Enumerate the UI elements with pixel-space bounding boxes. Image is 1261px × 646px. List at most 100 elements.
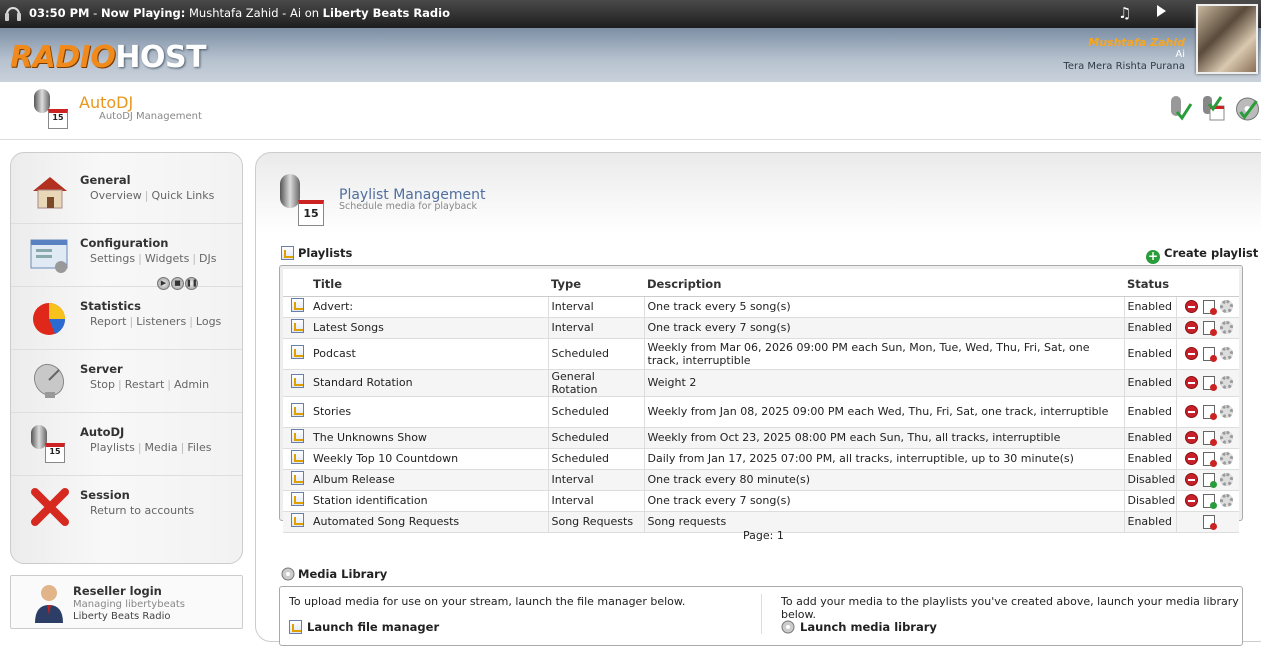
gear-icon[interactable] [1219, 376, 1233, 389]
delete-icon[interactable] [1184, 405, 1198, 418]
col-title[interactable]: Title [310, 272, 548, 297]
link-widgets[interactable]: Widgets [145, 252, 189, 265]
mic-check-icon[interactable] [1167, 94, 1193, 124]
link-files[interactable]: Files [187, 441, 211, 454]
row-title[interactable]: Weekly Top 10 Countdown [310, 448, 549, 470]
row-title[interactable]: Automated Song Requests [310, 511, 549, 533]
sidebar-item-autodj[interactable]: 15 AutoDJ Playlists | Media | Files [11, 413, 242, 476]
row-title[interactable]: Standard Rotation [310, 369, 549, 397]
table-row[interactable]: Standard Rotation General Rotation Weight … [283, 369, 1239, 397]
delete-icon[interactable] [1184, 473, 1198, 486]
gear-icon[interactable] [1219, 452, 1233, 465]
gear-icon[interactable] [1219, 300, 1233, 313]
play-icon[interactable] [1157, 5, 1166, 17]
row-status: Enabled [1124, 396, 1177, 428]
gear-icon[interactable] [1219, 473, 1233, 486]
link-overview[interactable]: Overview [90, 189, 142, 202]
create-playlist-button[interactable]: + Create playlist [1146, 246, 1258, 264]
table-row[interactable]: Latest Songs Interval One track every 7 so… [283, 317, 1239, 339]
delete-icon[interactable] [1184, 300, 1198, 313]
disable-playlist-icon[interactable] [1202, 514, 1217, 530]
row-title[interactable]: Advert: [310, 296, 549, 318]
table-row[interactable]: Album Release Interval One track every 80 … [283, 469, 1239, 491]
sidebar-item-general[interactable]: General Overview | Quick Links [11, 161, 242, 224]
table-row[interactable]: Station identification Interval One track … [283, 490, 1239, 512]
radiohost-logo[interactable]: RADIOHOST [10, 40, 207, 76]
delete-icon[interactable] [1184, 494, 1198, 507]
gear-icon[interactable] [1219, 347, 1233, 360]
sidebar-item-server[interactable]: Server Stop | Restart | Admin [11, 350, 242, 413]
disable-playlist-icon[interactable] [1202, 320, 1217, 336]
disable-playlist-icon[interactable] [1202, 299, 1217, 315]
playlist-file-icon [291, 471, 304, 485]
col-type[interactable]: Type [548, 272, 644, 297]
sidebar-item-statistics[interactable]: Statistics Report | Listeners | Logs [11, 287, 242, 350]
autodj-stop-icon[interactable]: ■ [171, 277, 184, 290]
table-row[interactable]: Weekly Top 10 Countdown Scheduled Daily fr… [283, 448, 1239, 470]
disable-playlist-icon[interactable] [1202, 451, 1217, 467]
disable-playlist-icon[interactable] [1202, 430, 1217, 446]
row-status: Disabled [1124, 469, 1177, 491]
table-row[interactable]: Advert: Interval One track every 5 song(s)… [283, 296, 1239, 318]
launch-file-manager-link[interactable]: Launch file manager [289, 620, 439, 634]
row-status: Disabled [1124, 490, 1177, 512]
row-title[interactable]: Podcast [310, 338, 549, 370]
table-row[interactable]: The Unknowns Show Scheduled Weekly from Oc… [283, 427, 1239, 449]
gear-icon[interactable] [1219, 431, 1233, 444]
autodj-pause-icon[interactable]: ❚❚ [185, 277, 198, 290]
table-row[interactable]: Podcast Scheduled Weekly from Mar 06, 2026… [283, 338, 1239, 370]
link-quick-links[interactable]: Quick Links [152, 189, 215, 202]
disable-playlist-icon[interactable] [1202, 404, 1217, 420]
col-status[interactable]: Status [1124, 272, 1176, 297]
link-return-to-accounts[interactable]: Return to accounts [90, 504, 194, 517]
media-library-text: To add your media to the playlists you'v… [781, 595, 1239, 621]
now-playing-text: 03:50 PM - Now Playing: Mushtafa Zahid -… [29, 6, 451, 20]
music-note-icon[interactable]: ♫ [1118, 4, 1131, 22]
satellite-dish-icon [33, 363, 65, 398]
row-status: Enabled [1124, 338, 1177, 370]
playlists-table: Title Type Description Status Advert: Int… [283, 272, 1239, 533]
row-title[interactable]: Stories [310, 396, 549, 428]
now-playing-bar: 03:50 PM - Now Playing: Mushtafa Zahid -… [0, 0, 1261, 28]
link-listeners[interactable]: Listeners [136, 315, 186, 328]
link-djs[interactable]: DJs [199, 252, 216, 265]
disable-playlist-icon[interactable] [1202, 346, 1217, 362]
col-description[interactable]: Description [644, 272, 1124, 297]
table-row[interactable]: Stories Scheduled Weekly from Jan 08, 2025… [283, 396, 1239, 428]
link-stop[interactable]: Stop [90, 378, 115, 391]
row-title[interactable]: Latest Songs [310, 317, 549, 339]
enable-playlist-icon[interactable] [1202, 472, 1217, 488]
link-media[interactable]: Media [145, 441, 178, 454]
link-admin[interactable]: Admin [174, 378, 209, 391]
gear-icon[interactable] [1219, 405, 1233, 418]
delete-icon[interactable] [1184, 321, 1198, 334]
delete-icon[interactable] [1184, 431, 1198, 444]
sidebar-item-configuration[interactable]: Configuration Settings | Widgets | DJs [11, 224, 242, 287]
row-status: Enabled [1124, 511, 1177, 533]
disc-icon[interactable] [1234, 94, 1261, 124]
row-actions [1176, 490, 1239, 512]
row-title[interactable]: Station identification [310, 490, 549, 512]
autodj-play-icon[interactable]: ▶ [157, 277, 170, 290]
link-restart[interactable]: Restart [125, 378, 165, 391]
row-title[interactable]: The Unknowns Show [310, 427, 549, 449]
media-library-icon [281, 567, 295, 581]
sidebar-item-session[interactable]: Session Return to accounts [11, 476, 242, 539]
schedule-check-icon[interactable] [1201, 94, 1227, 124]
disable-playlist-icon[interactable] [1202, 375, 1217, 391]
delete-icon[interactable] [1184, 376, 1198, 389]
row-title[interactable]: Album Release [310, 469, 549, 491]
autodj-icon: 15 [29, 423, 71, 465]
link-logs[interactable]: Logs [196, 315, 221, 328]
link-playlists[interactable]: Playlists [90, 441, 135, 454]
delete-icon[interactable] [1184, 452, 1198, 465]
row-status: Enabled [1124, 448, 1177, 470]
gear-icon[interactable] [1219, 494, 1233, 507]
link-report[interactable]: Report [90, 315, 126, 328]
enable-playlist-icon[interactable] [1202, 493, 1217, 509]
delete-icon[interactable] [1184, 347, 1198, 360]
gear-icon[interactable] [1219, 321, 1233, 334]
launch-media-library-link[interactable]: Launch media library [781, 620, 937, 634]
link-settings[interactable]: Settings [90, 252, 135, 265]
reseller-login[interactable]: Reseller login Managing libertybeats Lib… [10, 575, 243, 629]
